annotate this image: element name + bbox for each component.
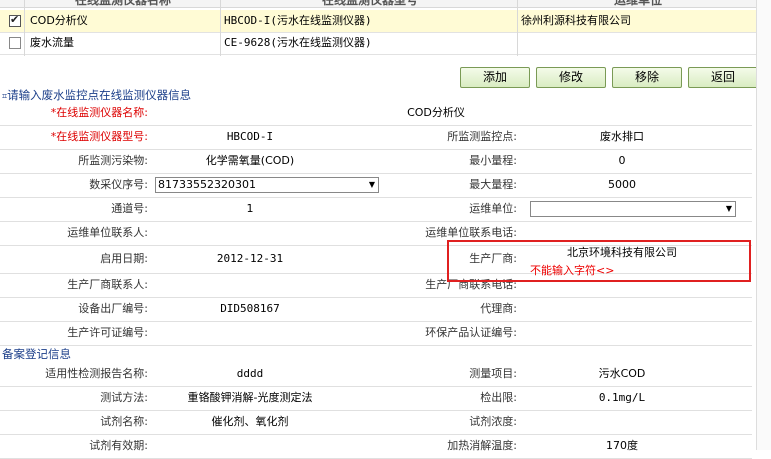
min-range-value[interactable]: 0 bbox=[527, 149, 717, 173]
maker-error-text: 不能输入字符<> bbox=[530, 264, 615, 277]
list-header: 在线监测仪器名称 在线监测仪器型号 运维单位 bbox=[0, 0, 757, 8]
point-value[interactable]: 废水排口 bbox=[527, 125, 717, 149]
remove-button[interactable]: 移除 bbox=[612, 67, 682, 88]
start-date-value[interactable]: 2012-12-31 bbox=[154, 245, 346, 273]
limit-value[interactable]: 0.1mg/L bbox=[527, 386, 717, 410]
reagent-label: 试剂名称: bbox=[100, 415, 148, 428]
add-button[interactable]: 添加 bbox=[460, 67, 530, 88]
form-row: *在线监测仪器型号: HBCOD-I 所监测监控点: 废水排口 bbox=[0, 125, 752, 150]
form-row: 试剂名称: 催化剂、氧化剂 试剂浓度: bbox=[0, 410, 752, 435]
row-unit: 徐州利源科技有限公司 bbox=[521, 14, 631, 27]
form-row: 测试方法: 重铬酸钾消解-光度测定法 检出限: 0.1mg/L bbox=[0, 386, 752, 411]
conc-value[interactable] bbox=[527, 410, 717, 434]
validity-label: 试剂有效期: bbox=[89, 439, 148, 452]
header-name: 在线监测仪器名称 bbox=[75, 0, 172, 7]
ops-contact-label: 运维单位联系人: bbox=[67, 226, 148, 239]
name-value[interactable]: COD分析仪 bbox=[154, 101, 718, 125]
temp-value[interactable]: 170度 bbox=[527, 434, 717, 458]
channel-label: 通道号: bbox=[111, 202, 148, 215]
row-model: HBCOD-I(污水在线监测仪器) bbox=[224, 14, 372, 27]
chevron-down-icon: ▼ bbox=[725, 204, 732, 213]
method-label: 测试方法: bbox=[100, 391, 148, 404]
factory-no-label: 设备出厂编号: bbox=[78, 302, 148, 315]
pollutant-label: 所监测污染物: bbox=[78, 154, 148, 167]
item-label: 测量项目: bbox=[469, 367, 517, 380]
ops-unit-label: 运维单位: bbox=[469, 202, 517, 215]
report-label: 适用性检测报告名称: bbox=[45, 367, 148, 380]
back-button[interactable]: 返回 bbox=[688, 67, 758, 88]
row-name: 废水流量 bbox=[30, 36, 74, 49]
form-row: 数采仪序号: 81733552320301 ▼ 最大量程: 5000 bbox=[0, 173, 752, 198]
form-row: 通道号: 1 运维单位: ▼ bbox=[0, 197, 752, 222]
channel-value[interactable]: 1 bbox=[154, 197, 346, 221]
method-value[interactable]: 重铬酸钾消解-光度测定法 bbox=[154, 386, 346, 410]
agent-label: 代理商: bbox=[480, 302, 517, 315]
max-range-label: 最大量程: bbox=[469, 178, 517, 191]
form-row: 设备出厂编号: DID508167 代理商: bbox=[0, 297, 752, 322]
env-cert-value[interactable] bbox=[527, 321, 717, 345]
model-label: *在线监测仪器型号: bbox=[50, 130, 148, 143]
row-model: CE-9628(污水在线监测仪器) bbox=[224, 36, 372, 49]
row-checkbox[interactable] bbox=[9, 37, 21, 49]
header-model: 在线监测仪器型号 bbox=[322, 0, 419, 7]
list-row-flow[interactable]: 废水流量 CE-9628(污水在线监测仪器) bbox=[0, 32, 757, 55]
edit-button[interactable]: 修改 bbox=[536, 67, 606, 88]
ops-unit-select[interactable]: ▼ bbox=[530, 201, 736, 217]
license-label: 生产许可证编号: bbox=[67, 326, 148, 339]
validity-value[interactable] bbox=[154, 434, 346, 458]
list-row-cod[interactable]: COD分析仪 HBCOD-I(污水在线监测仪器) 徐州利源科技有限公司 bbox=[0, 10, 757, 33]
form-row: 适用性检测报告名称: dddd 测量项目: 污水COD bbox=[0, 362, 752, 387]
model-value[interactable]: HBCOD-I bbox=[154, 125, 346, 149]
name-label: *在线监测仪器名称: bbox=[50, 106, 148, 119]
agent-value[interactable] bbox=[527, 297, 717, 321]
maker-contact-label: 生产厂商联系人: bbox=[67, 278, 148, 291]
point-label: 所监测监控点: bbox=[447, 130, 517, 143]
form-row: 生产许可证编号: 环保产品认证编号: bbox=[0, 321, 752, 346]
env-cert-label: 环保产品认证编号: bbox=[425, 326, 517, 339]
ops-contact-value[interactable] bbox=[154, 221, 346, 245]
header-unit: 运维单位 bbox=[614, 0, 663, 7]
pollutant-value[interactable]: 化学需氧量(COD) bbox=[154, 149, 346, 173]
section-instrument-title: ⌗请输入废水监控点在线监测仪器信息 bbox=[2, 88, 192, 102]
instrument-list: 在线监测仪器名称 在线监测仪器型号 运维单位 COD分析仪 HBCOD-I(污水… bbox=[0, 0, 758, 56]
serial-select-value: 81733552320301 bbox=[158, 178, 256, 191]
form-row: 所监测污染物: 化学需氧量(COD) 最小量程: 0 bbox=[0, 149, 752, 174]
serial-label: 数采仪序号: bbox=[89, 178, 148, 191]
row-name: COD分析仪 bbox=[30, 14, 88, 27]
report-value[interactable]: dddd bbox=[154, 362, 346, 386]
reagent-value[interactable]: 催化剂、氧化剂 bbox=[154, 410, 346, 434]
form-row: 试剂有效期: 加热消解温度: 170度 bbox=[0, 434, 752, 459]
temp-label: 加热消解温度: bbox=[447, 439, 517, 452]
limit-label: 检出限: bbox=[480, 391, 517, 404]
maker-contact-value[interactable] bbox=[154, 273, 346, 297]
conc-label: 试剂浓度: bbox=[469, 415, 517, 428]
scrollbar[interactable] bbox=[756, 0, 771, 450]
min-range-label: 最小量程: bbox=[469, 154, 517, 167]
start-date-label: 启用日期: bbox=[100, 252, 148, 265]
row-checkbox[interactable] bbox=[9, 13, 21, 27]
license-value[interactable] bbox=[154, 321, 346, 345]
form-row: *在线监测仪器名称: COD分析仪 bbox=[0, 101, 752, 126]
section-record-title: 备案登记信息 bbox=[2, 347, 71, 361]
factory-no-value[interactable]: DID508167 bbox=[154, 297, 346, 321]
item-value[interactable]: 污水COD bbox=[527, 362, 717, 386]
max-range-value[interactable]: 5000 bbox=[527, 173, 717, 197]
